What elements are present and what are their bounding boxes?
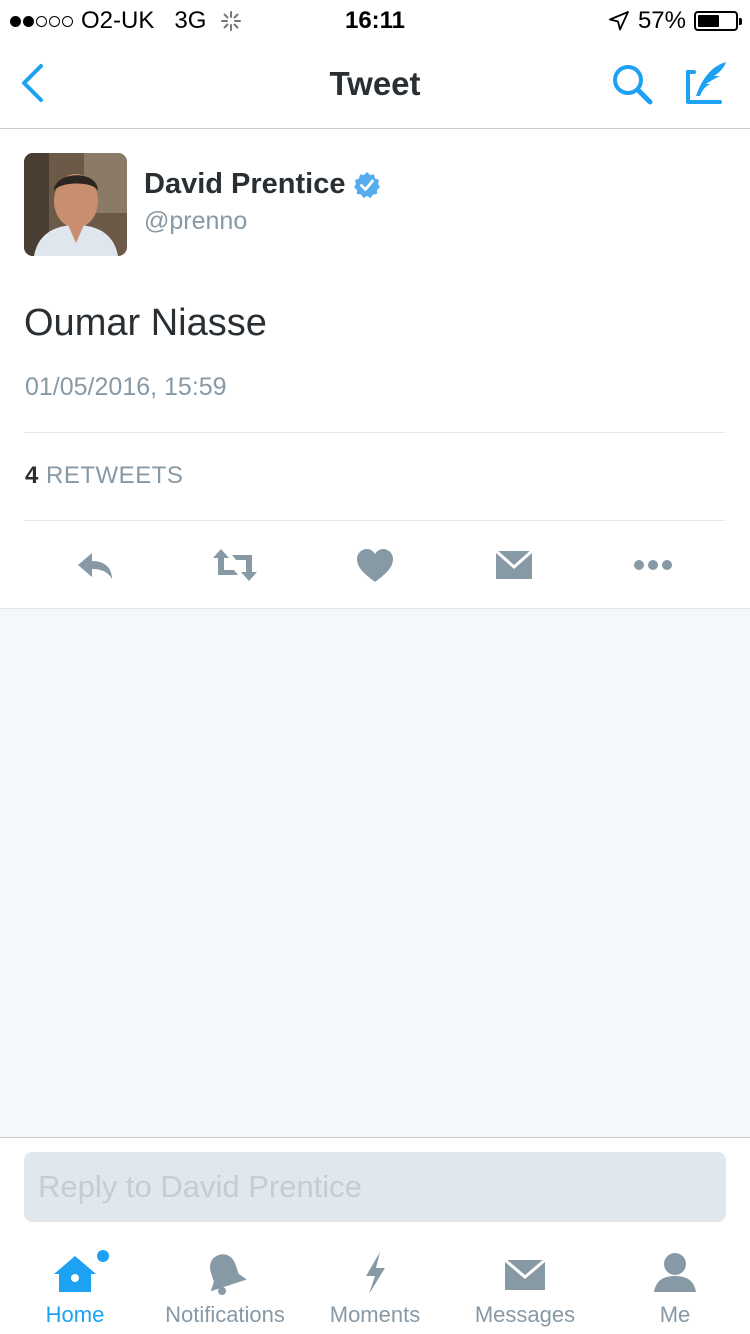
- retweet-icon[interactable]: [211, 545, 259, 585]
- tab-me[interactable]: Me: [600, 1244, 750, 1334]
- retweet-count[interactable]: 4 RETWEETS: [25, 462, 183, 490]
- tweet-text: Oumar Niasse: [24, 302, 267, 344]
- tab-home[interactable]: Home: [0, 1244, 150, 1334]
- retweet-count-label: RETWEETS: [46, 462, 184, 489]
- author-handle[interactable]: @prenno: [144, 207, 247, 236]
- author-name[interactable]: David Prentice: [144, 168, 345, 201]
- bell-icon: [210, 1254, 247, 1295]
- search-icon[interactable]: [608, 60, 656, 108]
- like-icon[interactable]: [353, 545, 397, 585]
- reply-input[interactable]: Reply to David Prentice: [24, 1152, 726, 1222]
- home-icon: [54, 1256, 96, 1292]
- tweet-actions: [0, 521, 750, 608]
- avatar[interactable]: [24, 153, 127, 256]
- envelope-icon: [504, 1258, 546, 1290]
- avatar-photo: [24, 153, 127, 256]
- more-icon[interactable]: [631, 545, 675, 585]
- verified-badge-icon: [354, 171, 381, 198]
- tab-messages[interactable]: Messages: [450, 1244, 600, 1334]
- tab-messages-label: Messages: [474, 1302, 576, 1327]
- status-right: 57%: [608, 7, 742, 35]
- tab-notifications[interactable]: Notifications: [150, 1244, 300, 1334]
- new-content-dot: [97, 1250, 109, 1262]
- author-name-row: David Prentice: [144, 168, 381, 201]
- person-icon: [654, 1253, 696, 1292]
- tweet-timestamp: 01/05/2016, 15:59: [25, 373, 227, 401]
- tab-notifications-label: Notifications: [165, 1302, 285, 1327]
- tab-home-label: Home: [45, 1302, 105, 1327]
- tab-moments[interactable]: Moments: [300, 1244, 450, 1334]
- battery-icon: [694, 11, 742, 31]
- tab-me-label: Me: [659, 1302, 691, 1327]
- replies-area: [0, 608, 750, 1138]
- status-bar: O2-UK 3G 16:11 57%: [0, 0, 750, 40]
- tab-moments-label: Moments: [329, 1302, 421, 1327]
- retweet-count-number: 4: [25, 462, 39, 489]
- location-arrow-icon: [609, 11, 629, 31]
- reply-placeholder: Reply to David Prentice: [38, 1169, 362, 1204]
- reply-icon[interactable]: [74, 545, 118, 585]
- lightning-icon: [366, 1252, 385, 1294]
- divider: [24, 432, 725, 433]
- compose-icon[interactable]: [682, 58, 732, 108]
- nav-bar: Tweet: [0, 40, 750, 129]
- battery-percent: 57%: [637, 7, 686, 34]
- battery-fill: [698, 15, 719, 27]
- direct-message-icon[interactable]: [492, 545, 536, 585]
